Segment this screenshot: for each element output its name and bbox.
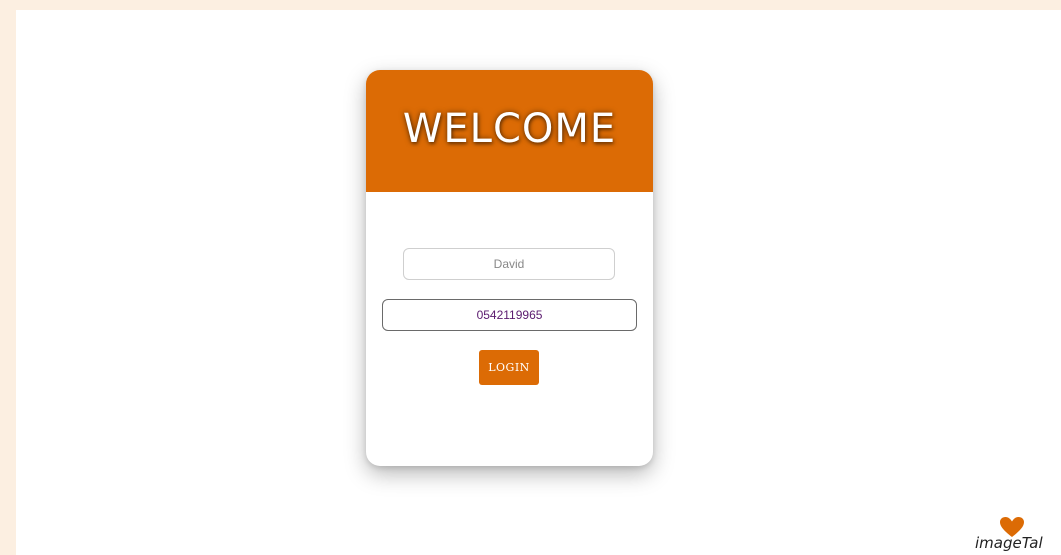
name-input[interactable] <box>403 248 615 280</box>
page-background: WELCOME LOGIN <box>16 10 1061 555</box>
imagetal-logo: imageTal <box>975 514 1061 555</box>
login-button[interactable]: LOGIN <box>479 350 539 385</box>
login-card: WELCOME LOGIN <box>366 70 653 466</box>
phone-input[interactable] <box>382 299 637 331</box>
card-header: WELCOME <box>366 70 653 192</box>
welcome-title: WELCOME <box>402 106 617 152</box>
logo-text: imageTal <box>975 534 1043 552</box>
